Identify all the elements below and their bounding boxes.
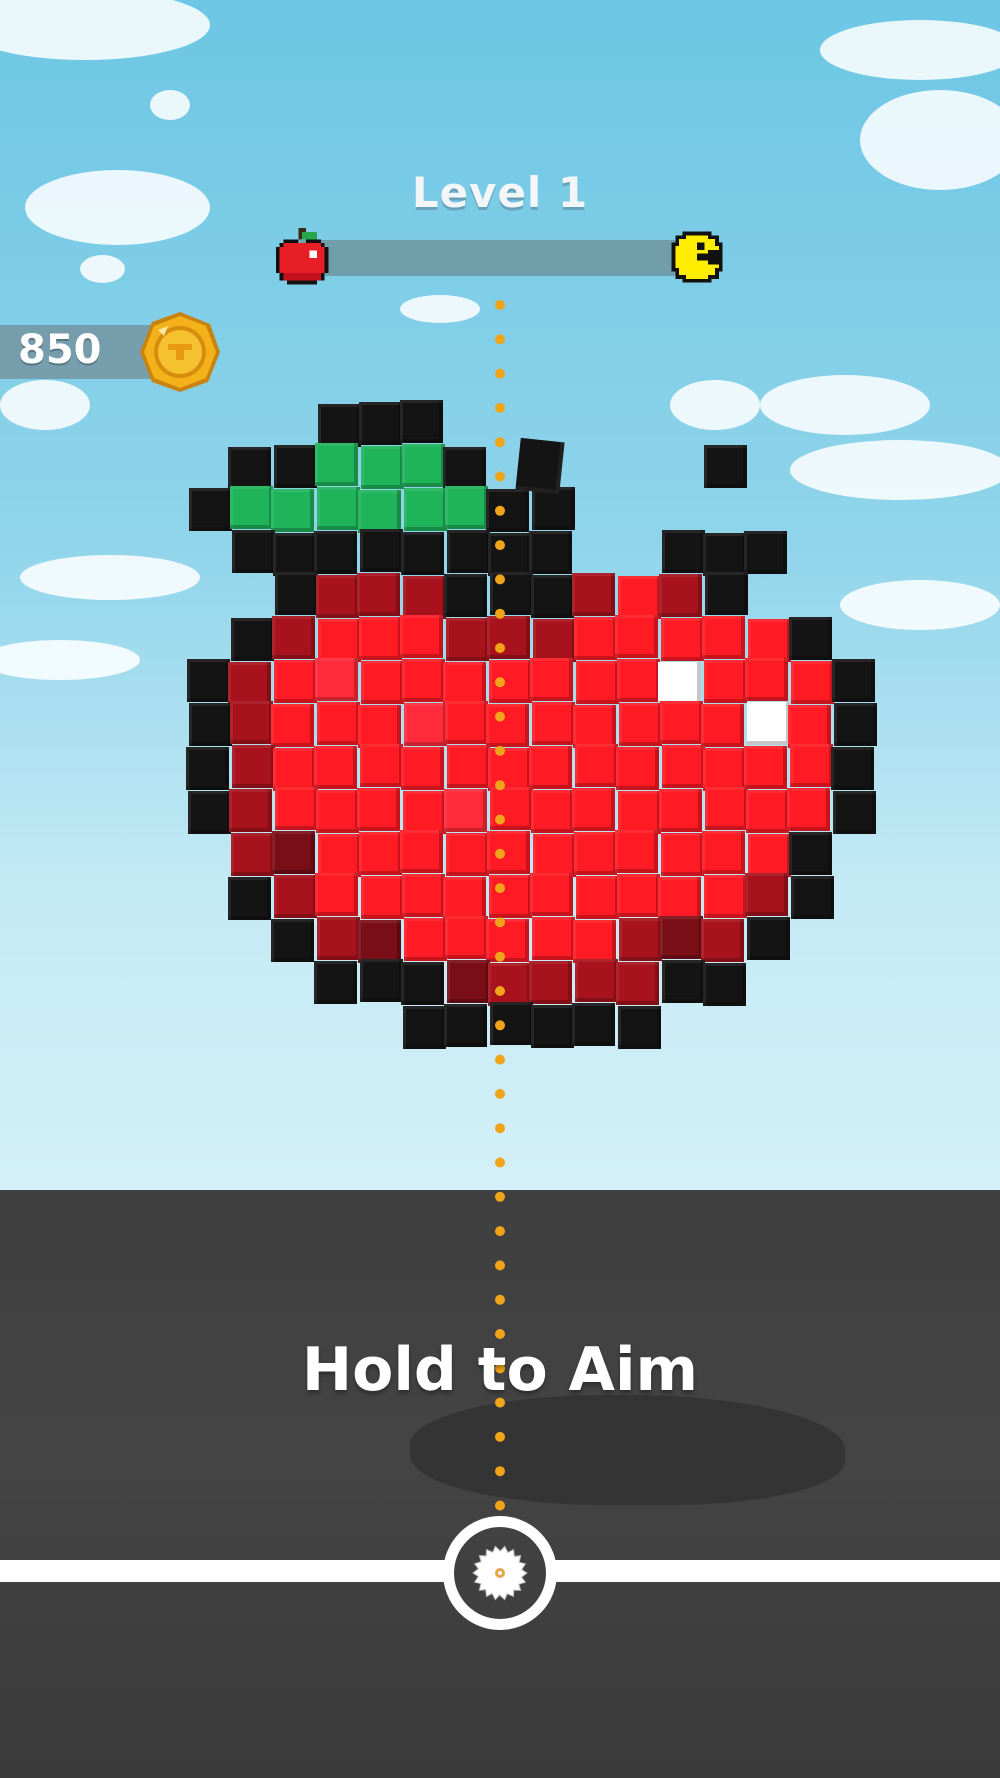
aim-dot [495,951,505,962]
aim-dot [495,1294,505,1305]
aim-dot [495,986,505,996]
aim-dot [495,1088,505,1099]
aim-dot [495,1260,505,1271]
launch-line-left [0,1560,450,1582]
aim-dot [495,1123,505,1134]
aim-dot [495,1157,505,1168]
aim-dot [495,780,505,791]
launch-line-right [550,1560,1000,1582]
aim-dot [495,334,505,345]
aim-dot [495,437,505,448]
aim-dot [495,540,505,551]
aim-dot [495,848,505,859]
aim-dot [495,471,505,482]
coin-amount: 850 [18,327,102,373]
aim-dot [495,300,505,310]
aim-dot [495,1466,505,1477]
aim-dot [495,1431,505,1442]
aim-dot [495,917,505,928]
aim-dot [495,814,505,825]
hold-to-aim-hint: Hold to Aim [301,1335,699,1405]
apple-icon [275,228,329,285]
aim-dot [495,1500,505,1511]
aim-dot [495,1226,505,1237]
level-title: Level 1 [411,168,589,217]
aim-dot [495,608,505,619]
aim-dot [495,1191,505,1202]
aim-dot [495,745,505,756]
game-stage[interactable]: Level 1 850 Hold to Aim [0,0,1000,1778]
aim-dot [495,643,505,653]
aim-dot [495,1054,505,1065]
aim-dot [495,505,505,516]
aim-dot [495,368,505,379]
aim-dot [495,574,505,585]
aim-dot [495,677,505,688]
pacman-icon [671,231,723,283]
aim-dot [495,402,505,413]
coin-icon [140,312,220,392]
aim-dot [495,883,505,894]
level-progress-bar [300,240,690,276]
aim-dot [495,1020,505,1031]
saw-blade-icon[interactable] [470,1543,530,1603]
aim-dot [495,711,505,722]
